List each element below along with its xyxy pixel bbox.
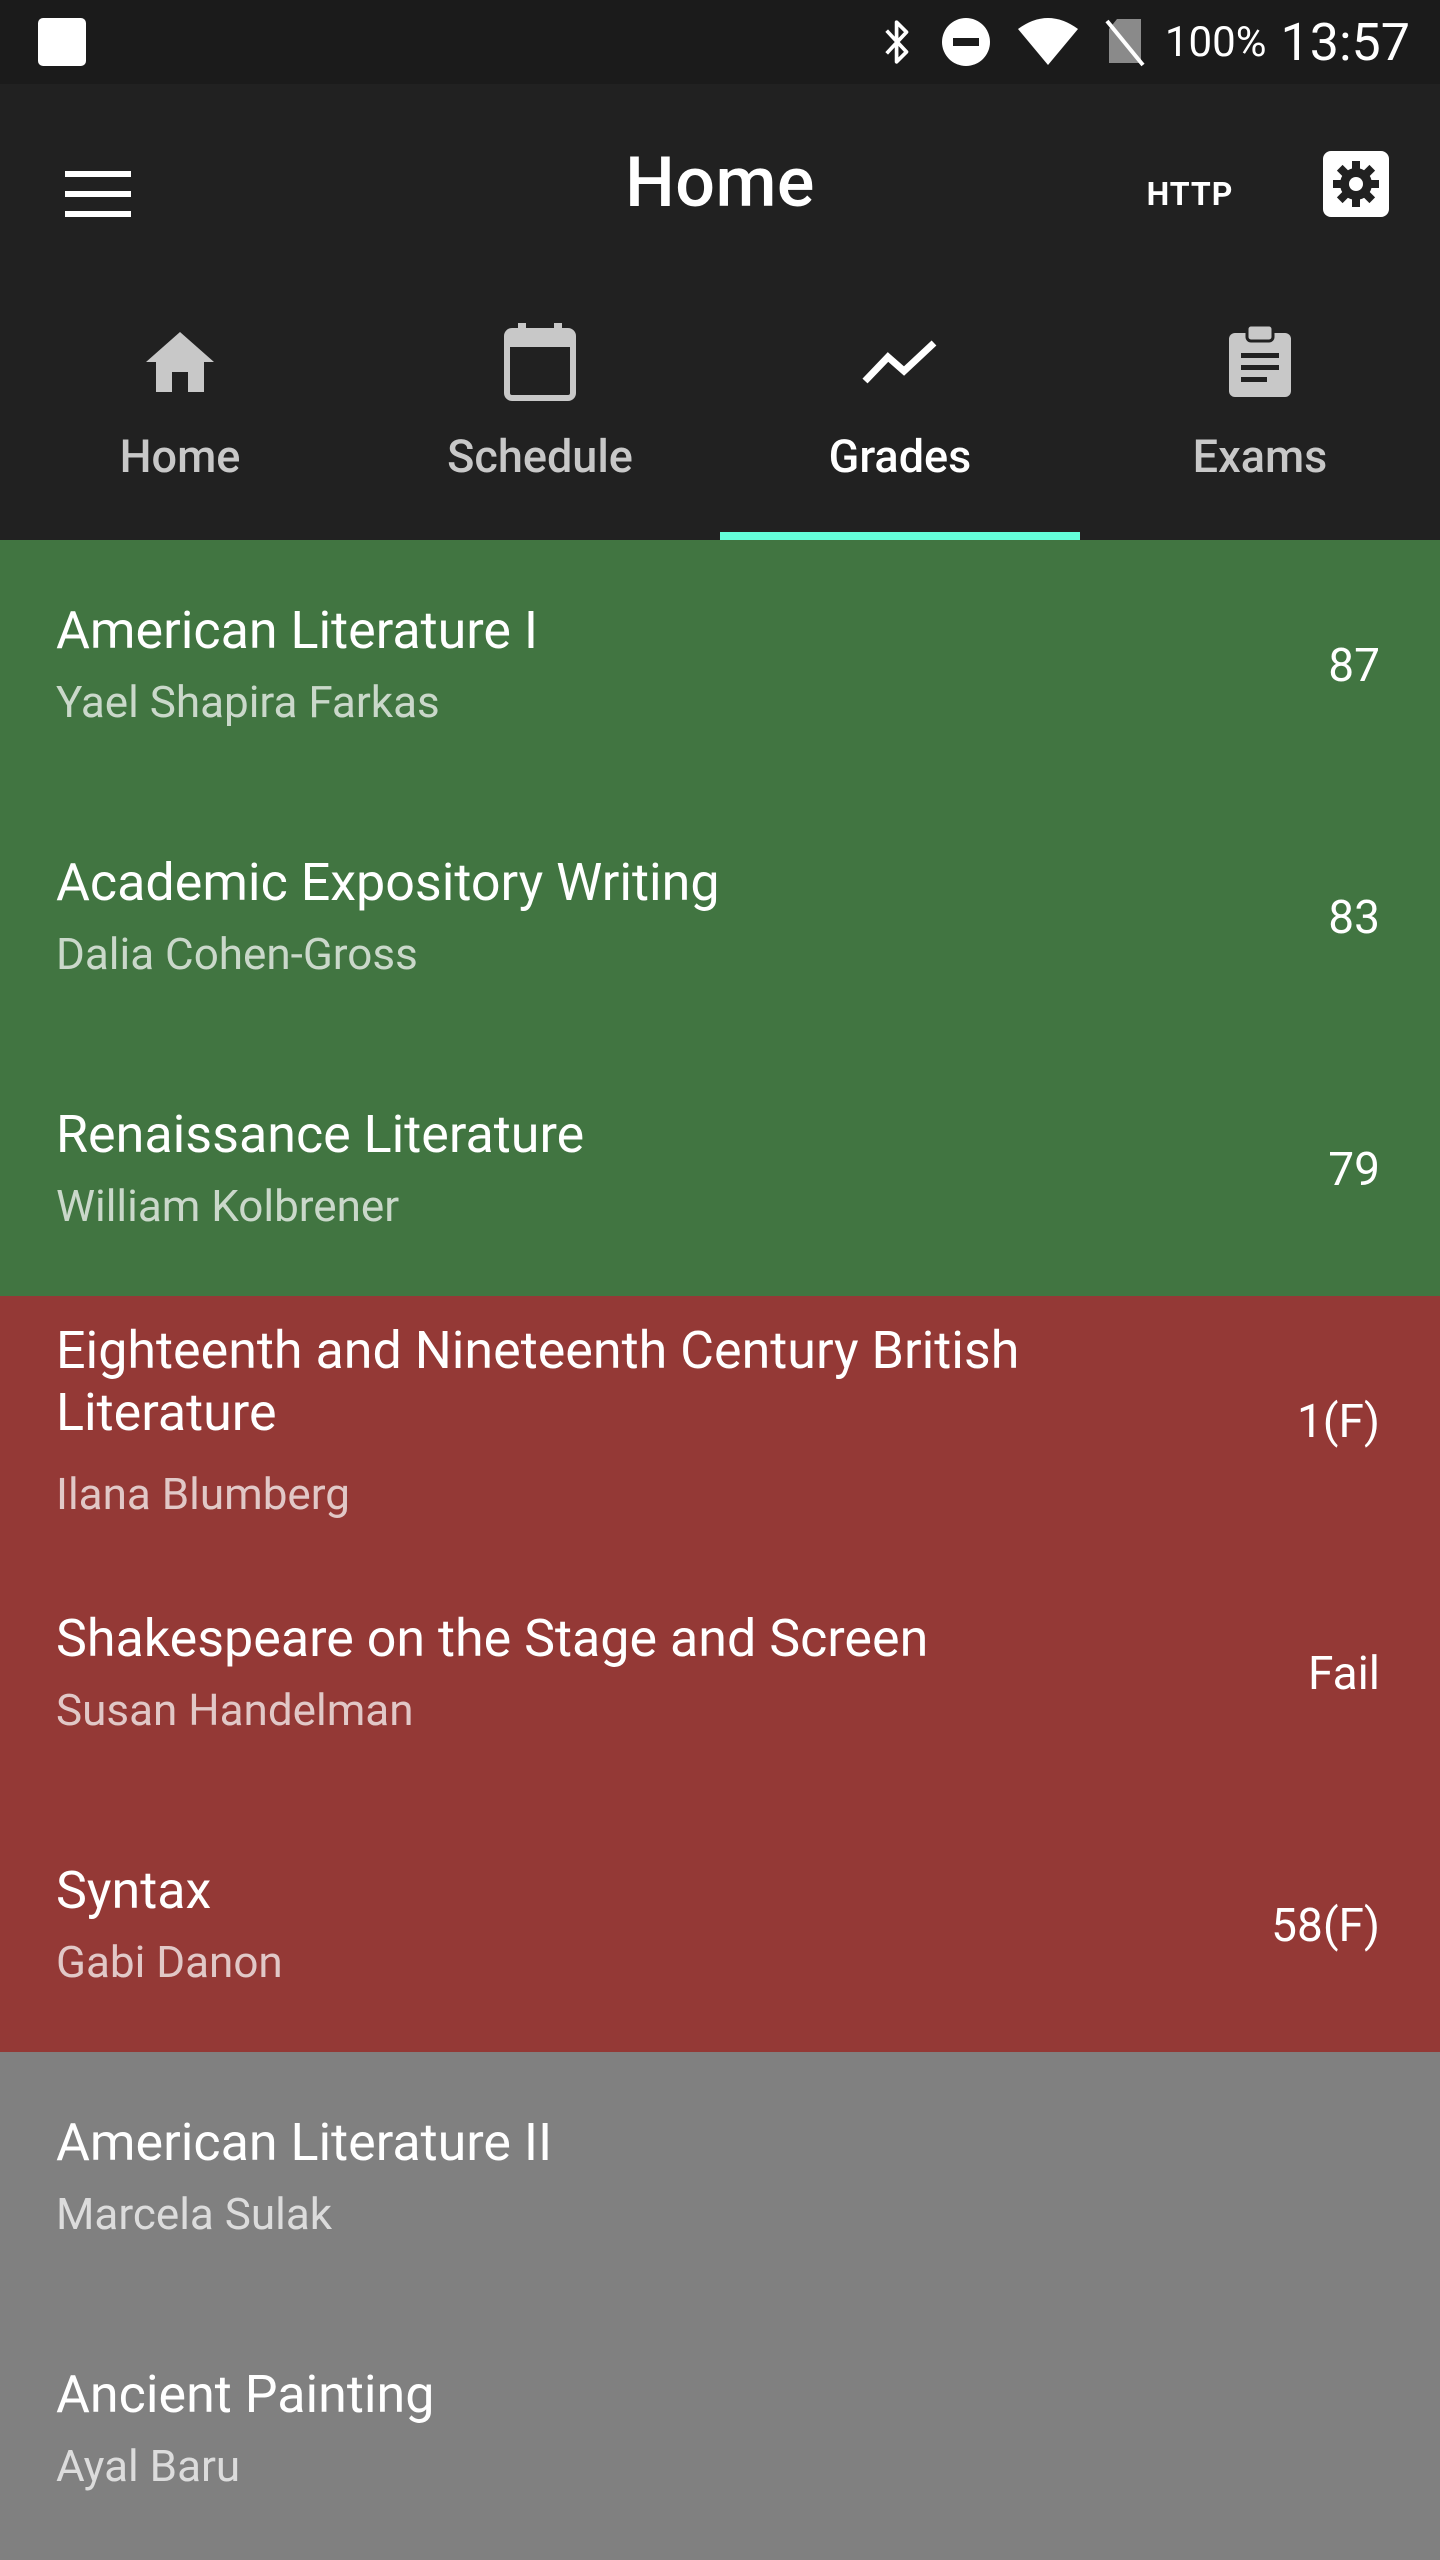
lecturer-name: Yael Shapira Farkas bbox=[56, 676, 440, 728]
grade-row[interactable]: Syntax Gabi Danon 58(F) bbox=[0, 1800, 1440, 2052]
bluetooth-icon bbox=[881, 17, 915, 67]
clock-time: 13:57 bbox=[1280, 11, 1411, 73]
tab-active-indicator bbox=[720, 532, 1080, 540]
trending-up-icon bbox=[862, 322, 938, 402]
status-bar: 100% 13:57 bbox=[0, 0, 1440, 84]
home-icon bbox=[144, 322, 216, 402]
lecturer-name: Ilana Blumberg bbox=[56, 1468, 350, 1520]
status-icons: 100% 13:57 bbox=[855, 0, 1410, 84]
course-name: Eighteenth and Nineteenth Century Britis… bbox=[56, 1320, 1020, 1443]
grade-value: 79 bbox=[1328, 1143, 1380, 1197]
grade-row[interactable]: American Literature II Marcela Sulak bbox=[0, 2052, 1440, 2304]
lecturer-name: Gabi Danon bbox=[56, 1936, 283, 1988]
grade-value: 83 bbox=[1328, 891, 1380, 945]
grades-list: American Literature I Yael Shapira Farka… bbox=[0, 540, 1440, 2556]
notification-square-icon bbox=[38, 18, 86, 66]
do-not-disturb-icon bbox=[941, 17, 991, 67]
grade-value: Fail bbox=[1307, 1647, 1380, 1701]
grade-row[interactable]: Ancient Painting Ayal Baru bbox=[0, 2304, 1440, 2556]
tab-schedule[interactable]: Schedule bbox=[360, 300, 720, 540]
grade-value: 58(F) bbox=[1271, 1899, 1380, 1953]
lecturer-name: Susan Handelman bbox=[56, 1684, 414, 1736]
grade-value: 87 bbox=[1328, 639, 1380, 693]
wifi-icon bbox=[1017, 17, 1079, 67]
grade-row[interactable]: Shakespeare on the Stage and Screen Susa… bbox=[0, 1548, 1440, 1800]
course-name: Shakespeare on the Stage and Screen bbox=[56, 1608, 929, 1669]
course-name: Renaissance Literature bbox=[56, 1104, 585, 1165]
course-name: American Literature I bbox=[56, 600, 539, 661]
grade-value: 1(F) bbox=[1296, 1395, 1380, 1449]
lecturer-name: Ayal Baru bbox=[56, 2440, 241, 2492]
tab-exams-label: Exams bbox=[1192, 430, 1328, 483]
lecturer-name: William Kolbrener bbox=[56, 1180, 400, 1232]
tab-exams[interactable]: Exams bbox=[1080, 300, 1440, 540]
battery-percentage: 100% bbox=[1164, 17, 1267, 67]
grade-row[interactable]: American Literature I Yael Shapira Farka… bbox=[0, 540, 1440, 792]
tab-bar: Home Schedule Grades Exams bbox=[0, 300, 1440, 540]
tab-grades[interactable]: Grades bbox=[720, 300, 1080, 540]
tab-home-label: Home bbox=[119, 430, 241, 483]
settings-button[interactable] bbox=[1316, 144, 1396, 224]
course-name: Academic Expository Writing bbox=[56, 852, 720, 913]
lecturer-name: Marcela Sulak bbox=[56, 2188, 333, 2240]
lecturer-name: Dalia Cohen-Gross bbox=[56, 928, 418, 980]
course-name: Syntax bbox=[56, 1860, 212, 1921]
clipboard-icon bbox=[1227, 322, 1293, 402]
course-name: Ancient Painting bbox=[56, 2364, 435, 2425]
no-sim-icon bbox=[1105, 17, 1145, 67]
tab-schedule-label: Schedule bbox=[447, 430, 633, 483]
grade-row[interactable]: Eighteenth and Nineteenth Century Britis… bbox=[0, 1296, 1440, 1548]
course-name: American Literature II bbox=[56, 2112, 553, 2173]
http-button[interactable]: HTTP bbox=[1130, 164, 1250, 224]
gear-icon bbox=[1323, 151, 1389, 217]
tab-home[interactable]: Home bbox=[0, 300, 360, 540]
calendar-icon bbox=[504, 322, 576, 402]
tab-grades-label: Grades bbox=[828, 430, 972, 483]
grade-row[interactable]: Renaissance Literature William Kolbrener… bbox=[0, 1044, 1440, 1296]
grade-row[interactable]: Academic Expository Writing Dalia Cohen-… bbox=[0, 792, 1440, 1044]
